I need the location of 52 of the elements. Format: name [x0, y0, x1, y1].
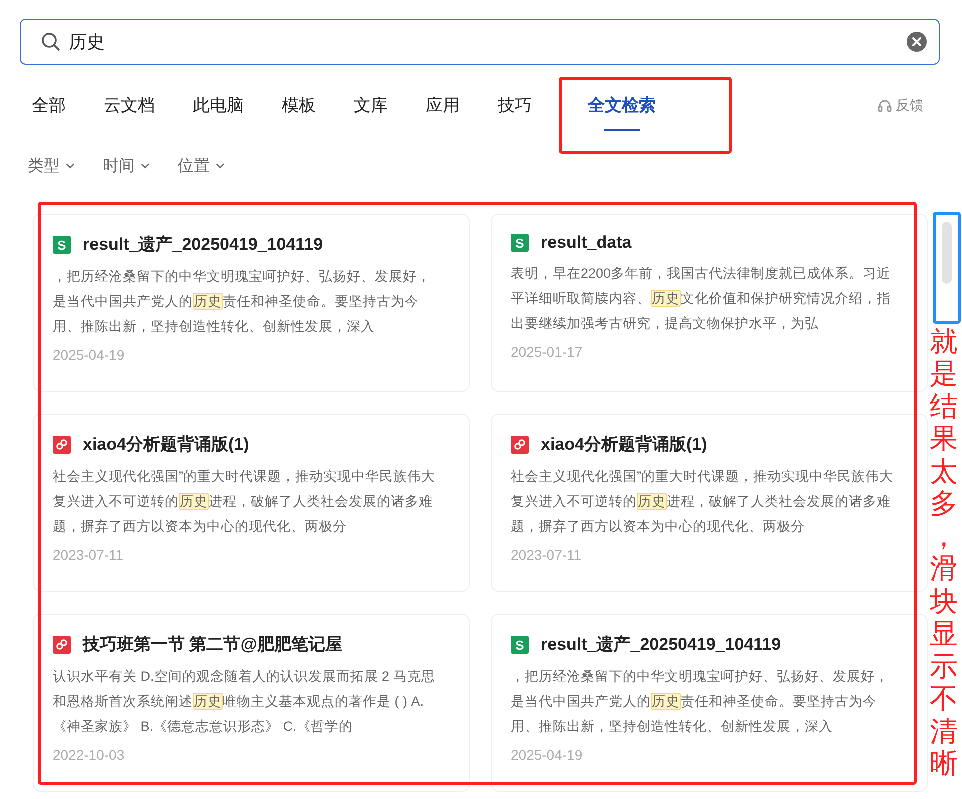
tab[interactable]: 模板	[264, 84, 334, 132]
result-title: 技巧班第一节 第二节@肥肥笔记屋	[83, 634, 342, 656]
result-snippet: ，把历经沧桑留下的中华文明瑰宝呵护好、弘扬好、发展好，是当代中国共产党人的 历史责任和神圣使命。要坚持古为今用、推陈出新，坚持创造性转化、创新性发展，深入	[53, 268, 432, 336]
pdf-file-icon	[511, 436, 529, 454]
feedback-button[interactable]: 反馈	[877, 97, 924, 115]
result-card[interactable]: xiao4分析题背诵版(1) 社会主义现代化强国”的重大时代课题，推动实现中华民族伟大复兴进入不可逆转的 历史进程，破解了人类社会发展的诸多难题，摒弃了西方以资本为中心的现代化、两极分 2023-07-11	[491, 414, 928, 592]
result-title: xiao4分析题背诵版(1)	[83, 434, 250, 456]
headset-icon	[877, 98, 893, 114]
tab[interactable]: 全文检索	[570, 84, 674, 132]
clear-icon[interactable]	[907, 32, 927, 52]
result-card[interactable]: S result_遗产_20250419_104119 ，把历经沧桑留下的中华文明瑰宝呵护好、弘扬好、发展好，是当代中国共产党人的 历史责任和神圣使命。要坚持古为今用、推陈出新，坚持创造性转化、创新性发展，深入 2025-04-19	[491, 614, 928, 792]
result-snippet: 社会主义现代化强国”的重大时代课题，推动实现中华民族伟大复兴进入不可逆转的 历史进程，破解了人类社会发展的诸多难题，摒弃了西方以资本为中心的现代化、两极分	[53, 468, 436, 536]
result-snippet: 认识水平有关 D.空间的观念随着人的认识发展而拓展 2 马克思和恩格斯首次系统阐述 历史唯物主义基本观点的著作是 ( ) A.《神圣家族》 B.《德意志意识形态》 C.《哲学的	[53, 668, 436, 736]
caret-icon	[141, 163, 150, 169]
tab[interactable]: 此电脑	[175, 84, 262, 132]
result-title: result_data	[541, 233, 632, 253]
result-date: 2025-04-19	[53, 347, 126, 363]
scrollbar-thumb[interactable]	[942, 222, 952, 284]
filter-dropdown[interactable]: 位置	[178, 156, 225, 176]
result-card[interactable]: S result_data 表明，早在2200多年前，我国古代法律制度就已成体系。习近平详细听取简牍内容、历史文化价值和保护研究情况介绍，指出要继续加强考古研究，提高文物保护水平，为弘 2025-01-17	[491, 214, 928, 392]
tab[interactable]: 全部	[14, 84, 84, 132]
result-date: 2025-04-19	[511, 747, 584, 763]
tab[interactable]: 文库	[336, 84, 406, 132]
annotation-text: 就是结果太多，滑块显示不清晰	[930, 326, 958, 781]
result-card[interactable]: 技巧班第一节 第二节@肥肥笔记屋 认识水平有关 D.空间的观念随着人的认识发展而拓展 2 马克思和恩格斯首次系统阐述 历史唯物主义基本观点的著作是 ( ) A.《神圣家族》 B.《德意志意识形态》 C.《哲学的 2022-10-03	[33, 614, 470, 792]
pdf-file-icon	[53, 436, 71, 454]
caret-icon	[216, 163, 225, 169]
result-title: result_遗产_20250419_104119	[83, 234, 324, 256]
spreadsheet-file-icon: S	[511, 234, 529, 252]
result-title: xiao4分析题背诵版(1)	[541, 434, 708, 456]
result-title: result_遗产_20250419_104119	[541, 634, 782, 656]
spreadsheet-file-icon: S	[511, 636, 529, 654]
pdf-file-icon	[53, 636, 71, 654]
result-date: 2022-10-03	[53, 747, 126, 763]
tab[interactable]: 技巧	[480, 84, 550, 132]
result-date: 2023-07-11	[53, 547, 125, 563]
tab[interactable]: 云文档	[86, 84, 173, 132]
result-snippet: ，把历经沧桑留下的中华文明瑰宝呵护好、弘扬好、发展好，是当代中国共产党人的 历史责任和神圣使命。要坚持古为今用、推陈出新，坚持创造性转化、创新性发展，深入	[511, 668, 890, 736]
search-field[interactable]: 历史	[20, 19, 940, 65]
filter-dropdown[interactable]: 时间	[103, 156, 150, 176]
search-icon	[41, 32, 61, 52]
search-input[interactable]: 历史	[69, 32, 899, 52]
caret-icon	[66, 163, 75, 169]
result-date: 2023-07-11	[511, 547, 583, 563]
tab[interactable]: 应用	[408, 84, 478, 132]
spreadsheet-file-icon: S	[53, 236, 71, 254]
result-date: 2025-01-17	[511, 344, 584, 360]
result-snippet: 社会主义现代化强国”的重大时代课题，推动实现中华民族伟大复兴进入不可逆转的 历史进程，破解了人类社会发展的诸多难题，摒弃了西方以资本为中心的现代化、两极分	[511, 468, 894, 536]
result-card[interactable]: S result_遗产_20250419_104119 ，把历经沧桑留下的中华文明瑰宝呵护好、弘扬好、发展好，是当代中国共产党人的 历史责任和神圣使命。要坚持古为今用、推陈出新，坚持创造性转化、创新性发展，深入 2025-04-19	[33, 214, 470, 392]
result-snippet: 表明，早在2200多年前，我国古代法律制度就已成体系。习近平详细听取简牍内容、历史文化价值和保护研究情况介绍，指出要继续加强考古研究，提高文物保护水平，为弘	[511, 265, 892, 333]
result-card[interactable]: xiao4分析题背诵版(1) 社会主义现代化强国”的重大时代课题，推动实现中华民族伟大复兴进入不可逆转的 历史进程，破解了人类社会发展的诸多难题，摒弃了西方以资本为中心的现代化、两极分 2023-07-11	[33, 414, 470, 592]
filter-dropdown[interactable]: 类型	[28, 156, 75, 176]
